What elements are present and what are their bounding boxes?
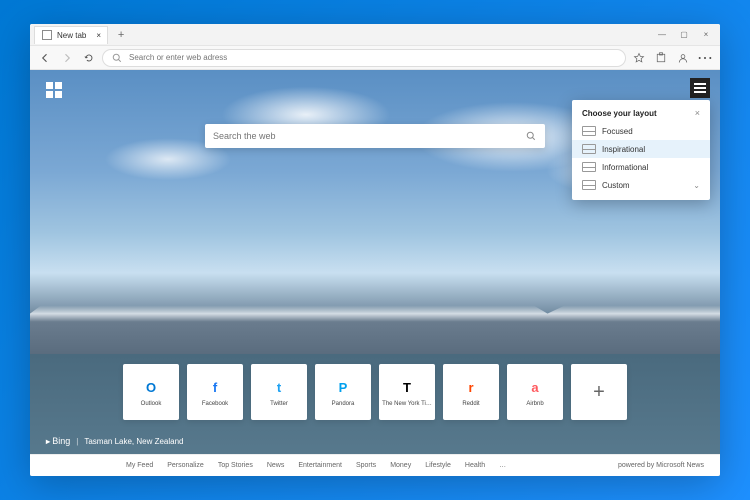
close-popup-icon[interactable]: ×	[695, 108, 700, 118]
layout-option-label: Inspirational	[602, 145, 645, 154]
tab-title: New tab	[57, 31, 86, 40]
extensions-button[interactable]	[652, 49, 670, 67]
layout-option-label: Focused	[602, 127, 633, 136]
forward-button[interactable]	[58, 49, 76, 67]
news-link[interactable]: Personalize	[167, 462, 204, 469]
address-input[interactable]	[129, 53, 617, 62]
powered-by-label: powered by Microsoft News	[618, 462, 704, 469]
refresh-button[interactable]	[80, 49, 98, 67]
page-icon	[41, 29, 53, 41]
quicklink-label: Pandora	[332, 401, 355, 407]
image-location: Tasman Lake, New Zealand	[84, 437, 183, 446]
news-link[interactable]: Health	[465, 462, 485, 469]
news-link[interactable]: Money	[390, 462, 411, 469]
window-controls: — ▢ ×	[652, 26, 716, 44]
layout-option-custom[interactable]: Custom ⌄	[572, 176, 710, 194]
menu-button[interactable]: ⋯	[696, 49, 714, 67]
new-tab-page: Choose your layout × Focused Inspirationa…	[30, 70, 720, 476]
layout-thumb-icon	[582, 162, 596, 172]
layout-option-inspirational[interactable]: Inspirational	[572, 140, 710, 158]
app-launcher-icon[interactable]	[46, 82, 62, 98]
back-button[interactable]	[36, 49, 54, 67]
quicklink-label: Twitter	[270, 401, 288, 407]
news-link[interactable]: Lifestyle	[425, 462, 451, 469]
page-settings-button[interactable]	[690, 78, 710, 98]
quicklink-reddit[interactable]: r Reddit	[443, 364, 499, 420]
image-credit: ▸ Bing | Tasman Lake, New Zealand	[46, 436, 184, 446]
news-link[interactable]: Top Stories	[218, 462, 253, 469]
web-search-box[interactable]	[205, 124, 545, 148]
news-link[interactable]: News	[267, 462, 285, 469]
bing-logo: ▸ Bing	[46, 436, 70, 446]
quicklink-label: Facebook	[202, 401, 228, 407]
news-link[interactable]: Sports	[356, 462, 376, 469]
quicklink-label: Outlook	[141, 401, 162, 407]
maximize-button[interactable]: ▢	[674, 26, 694, 44]
site-icon: f	[205, 377, 225, 397]
news-bar: My Feed Personalize Top Stories News Enterta…	[30, 454, 720, 476]
quick-links-row: O Outlook f Facebook t Twitter P Pandora T The Ne…	[123, 364, 627, 420]
layout-option-label: Custom	[602, 181, 630, 190]
news-link[interactable]: My Feed	[126, 462, 153, 469]
minimize-button[interactable]: —	[652, 26, 672, 44]
titlebar: New tab × + — ▢ ×	[30, 24, 720, 46]
site-icon: O	[141, 377, 161, 397]
close-tab-icon[interactable]: ×	[96, 31, 101, 40]
news-categories: My Feed Personalize Top Stories News Enterta…	[126, 462, 506, 469]
search-icon[interactable]	[525, 130, 537, 142]
favorite-button[interactable]	[630, 49, 648, 67]
quicklink-outlook[interactable]: O Outlook	[123, 364, 179, 420]
quicklink-thenewyorkti[interactable]: T The New York Ti…	[379, 364, 435, 420]
quicklink-twitter[interactable]: t Twitter	[251, 364, 307, 420]
add-quicklink-button[interactable]: +	[571, 364, 627, 420]
new-tab-button[interactable]: +	[112, 26, 130, 44]
site-icon: r	[461, 377, 481, 397]
quicklink-label: Airbnb	[526, 401, 543, 407]
tab-newtab[interactable]: New tab ×	[34, 26, 108, 44]
layout-popup: Choose your layout × Focused Inspirationa…	[572, 100, 710, 200]
news-link[interactable]: …	[499, 462, 506, 469]
site-icon: a	[525, 377, 545, 397]
site-icon: t	[269, 377, 289, 397]
quicklink-pandora[interactable]: P Pandora	[315, 364, 371, 420]
layout-option-label: Informational	[602, 163, 648, 172]
browser-window: New tab × + — ▢ × ⋯	[30, 24, 720, 476]
quicklink-label: Reddit	[462, 401, 479, 407]
close-window-button[interactable]: ×	[696, 26, 716, 44]
layout-thumb-icon	[582, 144, 596, 154]
chevron-down-icon: ⌄	[693, 181, 700, 190]
layout-option-informational[interactable]: Informational	[572, 158, 710, 176]
layout-popup-title: Choose your layout ×	[572, 106, 710, 122]
site-icon: T	[397, 377, 417, 397]
layout-thumb-icon	[582, 126, 596, 136]
profile-button[interactable]	[674, 49, 692, 67]
news-link[interactable]: Entertainment	[298, 462, 342, 469]
web-search-input[interactable]	[213, 131, 525, 141]
site-icon: P	[333, 377, 353, 397]
search-icon	[111, 52, 123, 64]
quicklink-label: The New York Ti…	[382, 401, 432, 407]
toolbar: ⋯	[30, 46, 720, 70]
quicklink-airbnb[interactable]: a Airbnb	[507, 364, 563, 420]
quicklink-facebook[interactable]: f Facebook	[187, 364, 243, 420]
layout-option-focused[interactable]: Focused	[572, 122, 710, 140]
address-bar[interactable]	[102, 49, 626, 67]
layout-thumb-icon	[582, 180, 596, 190]
